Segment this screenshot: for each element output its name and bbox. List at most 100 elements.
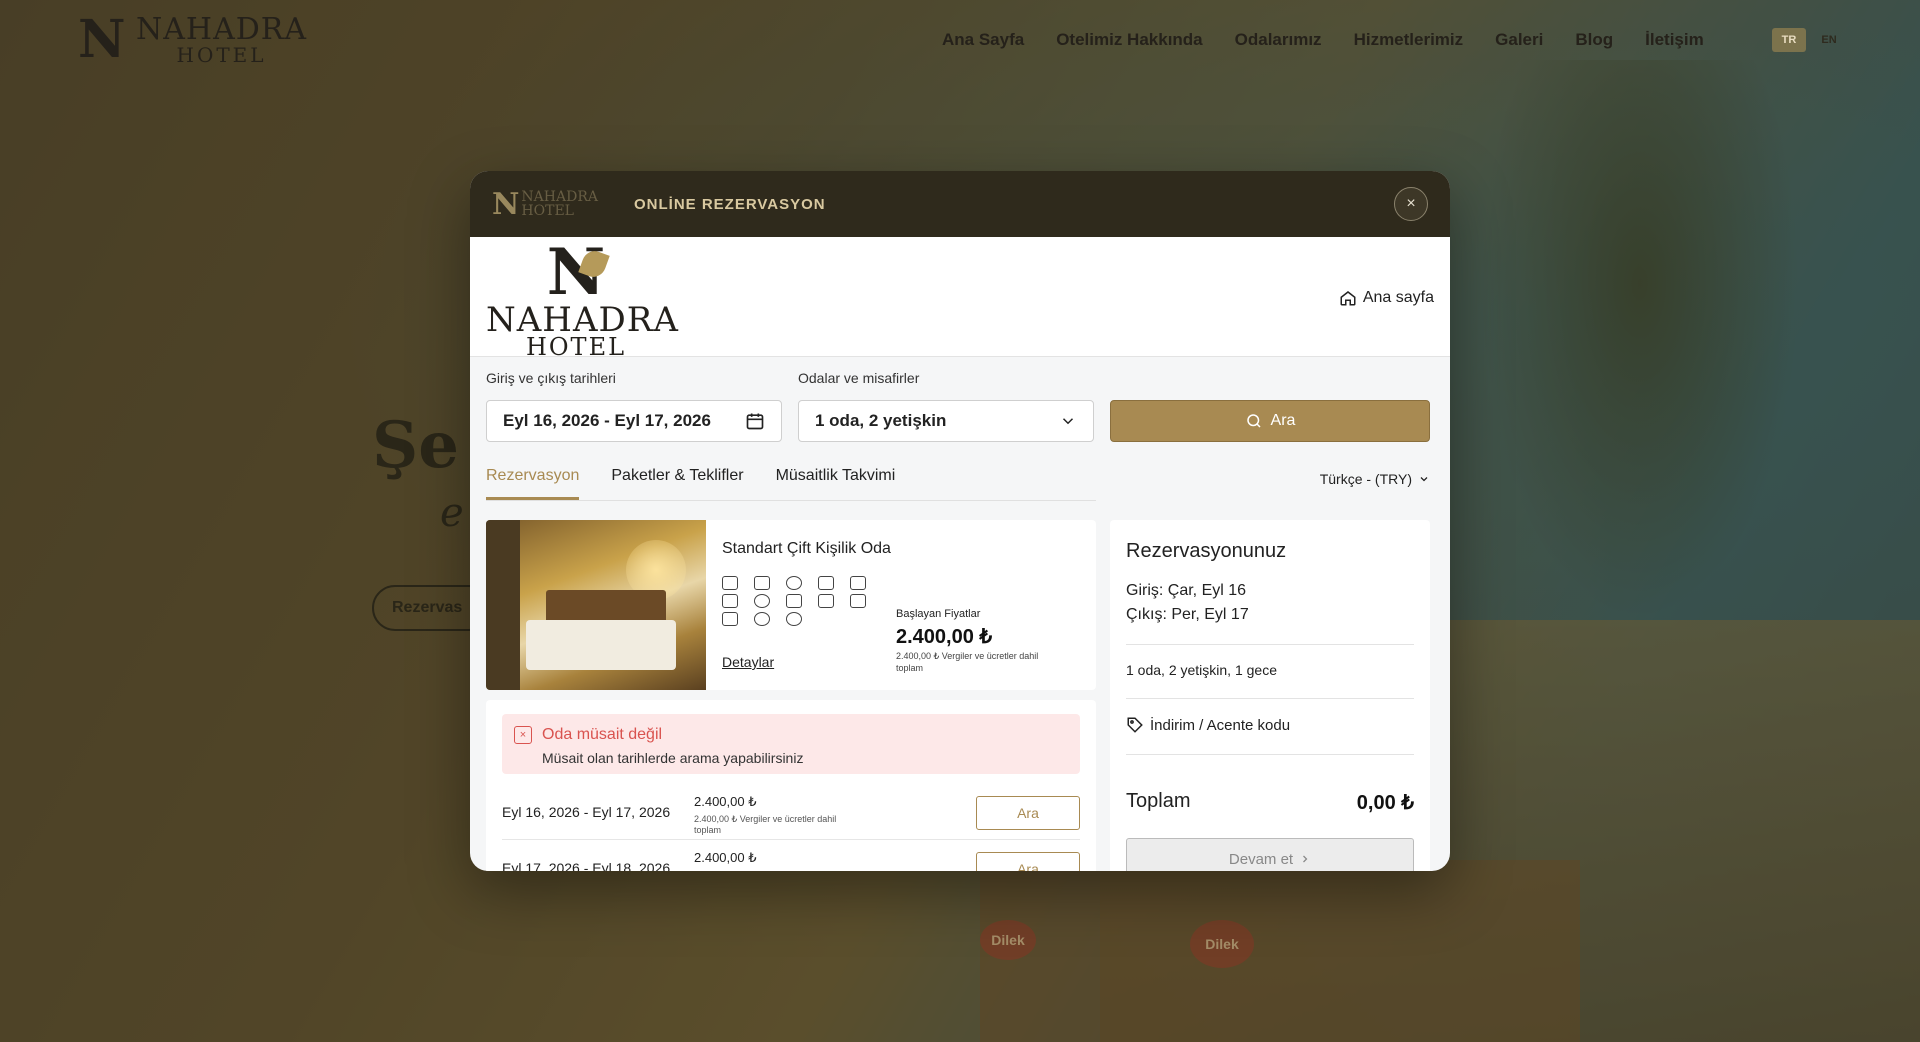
search-form: Giriş ve çıkış tarihleri Odalar ve misaf… — [486, 370, 1430, 450]
nav-contact[interactable]: İletişim — [1645, 30, 1704, 50]
chevron-down-icon — [1062, 418, 1074, 425]
hotel-icon — [754, 576, 770, 590]
summary-occupancy: 1 oda, 2 yetişkin, 1 gece — [1126, 662, 1277, 678]
close-button[interactable]: × — [1394, 187, 1428, 221]
safe-icon — [722, 612, 738, 626]
lang-tr[interactable]: TR — [1772, 28, 1806, 52]
room-name: Standart Çift Kişilik Oda — [722, 540, 891, 557]
room-details-link[interactable]: Detaylar — [722, 654, 774, 670]
date-range-value: Eyl 16, 2026 - Eyl 17, 2026 — [503, 411, 711, 430]
logo-swoosh-icon — [578, 247, 610, 281]
room-card: Standart Çift Kişilik Oda Detaylar Başla… — [486, 520, 1096, 690]
room-photo[interactable] — [486, 520, 706, 690]
hero-script: e — [440, 490, 464, 536]
rooms-guests-select[interactable]: 1 oda, 2 yetişkin — [798, 400, 1094, 442]
booking-tabs: Rezervasyon Paketler & Teklifler Müsaitl… — [486, 467, 1096, 501]
hairdryer-icon — [850, 594, 866, 608]
total-value: 0,00 ₺ — [1356, 792, 1414, 814]
availability-row: Eyl 17, 2026 - Eyl 18, 2026 2.400,00 ₺ A… — [502, 840, 1080, 871]
row-price: 2.400,00 ₺ — [694, 850, 757, 865]
nav-blog[interactable]: Blog — [1575, 30, 1613, 50]
nav-about[interactable]: Otelimiz Hakkında — [1056, 30, 1202, 50]
nav-rooms[interactable]: Odalarımız — [1235, 30, 1322, 50]
nav-gallery[interactable]: Galeri — [1495, 30, 1543, 50]
bell-icon — [786, 576, 802, 590]
alert-title: Oda müsait değil — [542, 726, 663, 743]
reservation-modal: N NAHADRA HOTEL ONLİNE REZERVASYON × N NA… — [470, 171, 1450, 871]
price-label: Başlayan Fiyatlar — [896, 608, 981, 620]
tab-reservation[interactable]: Rezervasyon — [486, 467, 580, 500]
modal-title: ONLİNE REZERVASYON — [633, 195, 826, 213]
tv-icon — [722, 594, 738, 608]
logo-name: NAHADRA — [136, 12, 308, 47]
continue-label: Devam et — [1228, 850, 1294, 868]
availability-panel: × Oda müsait değil Müsait olan tarihlerd… — [486, 700, 1096, 871]
bed-icon — [722, 576, 738, 590]
row-dates: Eyl 16, 2026 - Eyl 17, 2026 — [502, 804, 671, 820]
search-icon — [1246, 414, 1261, 428]
room-price: 2.400,00 ₺ — [896, 626, 993, 648]
total-label: Toplam — [1126, 790, 1191, 812]
monitor-icon — [786, 594, 802, 608]
row-price-note: 2.400,00 ₺ Vergiler ve ücretler dahil to… — [694, 814, 837, 835]
main-nav: Ana Sayfa Otelimiz Hakkında Odalarımız H… — [942, 30, 1704, 50]
chart-icon — [818, 594, 834, 608]
home-icon — [1340, 291, 1356, 306]
lang-en[interactable]: EN — [1812, 28, 1846, 52]
rooms-guests-value: 1 oda, 2 yetişkin — [815, 411, 947, 430]
tag-icon — [1127, 717, 1143, 733]
promo-code-label: İndirim / Acente kodu — [1150, 716, 1291, 734]
row-search-button[interactable]: Ara — [976, 852, 1080, 871]
guests-label: Odalar ve misafirler — [798, 370, 920, 386]
amenity-icons — [722, 576, 882, 628]
nav-services[interactable]: Hizmetlerimiz — [1354, 30, 1464, 50]
nav-home[interactable]: Ana Sayfa — [942, 30, 1024, 50]
unavailable-alert: × Oda müsait değil Müsait olan tarihlerd… — [502, 714, 1080, 774]
row-search-button[interactable]: Ara — [976, 796, 1080, 830]
logo-mark: N — [492, 186, 520, 222]
divider — [1126, 644, 1414, 645]
grid-icon — [850, 576, 866, 590]
search-button[interactable]: Ara — [1110, 400, 1430, 442]
home-link[interactable]: Ana sayfa — [1339, 289, 1434, 307]
site-logo[interactable]: N NAHADRA HOTEL — [78, 14, 307, 66]
tab-availability-calendar[interactable]: Müsaitlik Takvimi — [776, 467, 896, 500]
divider — [1126, 698, 1414, 699]
hero-title: Şe — [372, 408, 459, 483]
shower-icon — [786, 612, 802, 626]
search-button-label: Ara — [1270, 412, 1296, 429]
date-range-field[interactable]: Eyl 16, 2026 - Eyl 17, 2026 — [486, 400, 782, 442]
reservation-summary: Rezervasyonunuz Giriş: Çar, Eyl 16 Çıkış… — [1110, 520, 1430, 871]
chevron-down-icon — [1420, 477, 1428, 482]
phone-icon — [754, 612, 770, 626]
tab-packages[interactable]: Paketler & Teklifler — [611, 467, 743, 500]
promo-code-link[interactable]: İndirim / Acente kodu — [1126, 716, 1290, 734]
summary-title: Rezervasyonunuz — [1126, 540, 1287, 562]
summary-checkin: Giriş: Çar, Eyl 16 — [1126, 582, 1247, 599]
home-link-label: Ana sayfa — [1362, 289, 1434, 306]
chevron-right-icon — [1303, 855, 1308, 863]
currency-select[interactable]: Türkçe - (TRY) — [1320, 471, 1430, 487]
row-dates: Eyl 17, 2026 - Eyl 18, 2026 — [502, 860, 671, 871]
top-navigation: N NAHADRA HOTEL Ana Sayfa Otelimiz Hakkı… — [0, 0, 1920, 80]
modal-header: N NAHADRA HOTEL ONLİNE REZERVASYON × — [470, 171, 1450, 237]
booking-logo: N NAHADRA HOTEL — [486, 235, 679, 361]
dates-label: Giriş ve çıkış tarihleri — [486, 370, 616, 386]
row-price: 2.400,00 ₺ — [694, 794, 757, 809]
modal-header-logo: N NAHADRA HOTEL — [492, 186, 598, 222]
wifi-icon — [754, 594, 770, 608]
calendar-x-icon: × — [514, 726, 532, 744]
logo-sub: HOTEL — [176, 43, 267, 67]
summary-checkout: Çıkış: Per, Eyl 17 — [1126, 606, 1249, 623]
logo-mark: N — [78, 9, 126, 70]
calendar-icon — [746, 413, 764, 430]
continue-button[interactable]: Devam et — [1126, 838, 1414, 871]
currency-value: Türkçe - (TRY) — [1319, 471, 1412, 487]
booking-header: N NAHADRA HOTEL Ana sayfa — [470, 235, 1450, 361]
alert-subtitle: Müsait olan tarihlerde arama yapabilirsi… — [542, 750, 804, 766]
desk-icon — [818, 576, 834, 590]
price-note: 2.400,00 ₺ Vergiler ve ücretler dahil to… — [896, 651, 1039, 673]
language-switcher: TR EN — [1772, 28, 1846, 52]
availability-row: Eyl 16, 2026 - Eyl 17, 2026 2.400,00 ₺ 2… — [502, 784, 1080, 840]
divider — [1126, 754, 1414, 755]
